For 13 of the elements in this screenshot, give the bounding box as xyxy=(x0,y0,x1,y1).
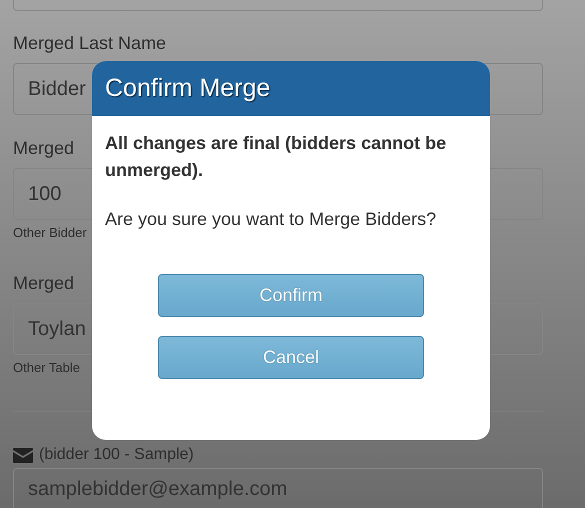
field-label: Merged xyxy=(13,138,74,159)
email-label: (bidder 100 - Sample) xyxy=(39,446,194,464)
field-hint: Other Bidder xyxy=(13,225,87,240)
email-field[interactable]: samplebidder@example.com xyxy=(13,468,543,508)
field-hint: Other Table xyxy=(13,360,80,375)
question-text: Are you sure you want to Merge Bidders? xyxy=(105,209,438,230)
dialog-title: Confirm Merge xyxy=(105,74,270,103)
warning-text: All changes are final (bidders cannot be unmerged). xyxy=(105,132,448,182)
confirm-button[interactable]: Confirm xyxy=(158,274,424,317)
envelope-icon xyxy=(13,448,33,462)
field-label: Merged Last Name xyxy=(13,33,166,54)
cancel-button[interactable]: Cancel xyxy=(158,336,424,379)
field-label: Merged xyxy=(13,273,74,294)
